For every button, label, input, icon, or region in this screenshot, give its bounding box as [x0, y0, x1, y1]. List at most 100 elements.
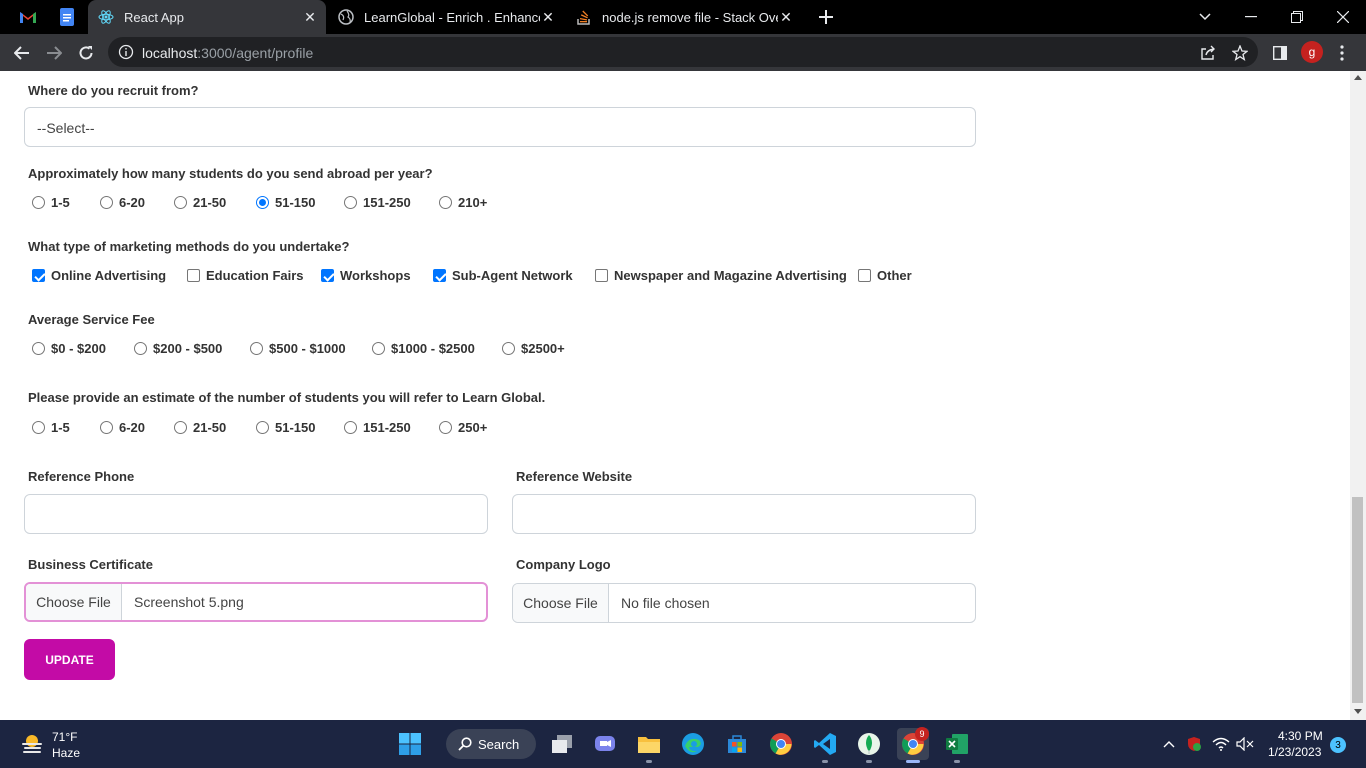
radio-button[interactable]	[439, 421, 452, 434]
fee-option[interactable]: $2500+	[502, 341, 565, 356]
refer-option[interactable]: 250+	[439, 420, 487, 435]
refer-option[interactable]: 6-20	[100, 420, 145, 435]
reference-website-input[interactable]	[512, 494, 976, 534]
refer-option[interactable]: 21-50	[174, 420, 226, 435]
edge-button[interactable]	[677, 728, 709, 760]
taskbar-search[interactable]: Search	[446, 729, 536, 759]
checkbox[interactable]	[595, 269, 608, 282]
radio-button[interactable]	[502, 342, 515, 355]
radio-button[interactable]	[100, 421, 113, 434]
notification-badge[interactable]: 3	[1330, 737, 1346, 753]
fee-option[interactable]: $500 - $1000	[250, 341, 346, 356]
marketing-option[interactable]: Newspaper and Magazine Advertising	[595, 268, 847, 283]
students-abroad-option[interactable]: 51-150	[256, 195, 315, 210]
radio-button[interactable]	[256, 196, 269, 209]
radio-button[interactable]	[32, 342, 45, 355]
marketing-option[interactable]: Online Advertising	[32, 268, 166, 283]
radio-button[interactable]	[32, 196, 45, 209]
students-abroad-option[interactable]: 210+	[439, 195, 487, 210]
close-tab-icon[interactable]: ✕	[302, 9, 318, 25]
radio-button[interactable]	[344, 196, 357, 209]
bookmark-button[interactable]	[1230, 43, 1250, 63]
radio-button[interactable]	[256, 421, 269, 434]
share-button[interactable]	[1198, 43, 1218, 63]
volume-button[interactable]	[1236, 735, 1254, 753]
tab-react-app[interactable]: React App ✕	[88, 0, 326, 34]
radio-button[interactable]	[372, 342, 385, 355]
fee-option[interactable]: $1000 - $2500	[372, 341, 475, 356]
radio-button[interactable]	[32, 421, 45, 434]
marketing-option[interactable]: Education Fairs	[187, 268, 304, 283]
business-certificate-file-input[interactable]: Choose File Screenshot 5.png	[24, 582, 488, 622]
scroll-up-arrow-icon[interactable]	[1354, 75, 1362, 80]
minimize-button[interactable]	[1228, 0, 1274, 34]
students-abroad-option[interactable]: 1-5	[32, 195, 70, 210]
weather-haze-icon[interactable]	[20, 731, 44, 755]
site-info-icon[interactable]	[118, 44, 134, 60]
students-abroad-option[interactable]: 6-20	[100, 195, 145, 210]
radio-button[interactable]	[174, 196, 187, 209]
radio-button[interactable]	[250, 342, 263, 355]
company-logo-file-input[interactable]: Choose File No file chosen	[512, 583, 976, 623]
mongodb-compass-button[interactable]	[853, 728, 885, 760]
chrome-menu-button[interactable]	[1332, 43, 1352, 63]
close-tab-icon[interactable]: ✕	[778, 9, 794, 25]
students-abroad-option[interactable]: 21-50	[174, 195, 226, 210]
marketing-option[interactable]: Sub-Agent Network	[433, 268, 573, 283]
clock-time[interactable]: 4:30 PM	[1278, 729, 1323, 743]
tab-learnglobal[interactable]: LearnGlobal - Enrich . Enhance . E ✕	[328, 0, 564, 34]
update-button[interactable]: UPDATE	[24, 639, 115, 680]
close-tab-icon[interactable]: ✕	[540, 9, 556, 25]
radio-button[interactable]	[344, 421, 357, 434]
weather-temperature[interactable]: 71°F	[52, 730, 77, 744]
clock-date[interactable]: 1/23/2023	[1268, 745, 1321, 759]
microsoft-store-button[interactable]	[721, 728, 753, 760]
fee-option[interactable]: $0 - $200	[32, 341, 106, 356]
marketing-option[interactable]: Other	[858, 268, 912, 283]
close-window-button[interactable]	[1320, 0, 1366, 34]
forward-button[interactable]	[40, 39, 68, 67]
checkbox[interactable]	[858, 269, 871, 282]
checkbox[interactable]	[187, 269, 200, 282]
file-explorer-button[interactable]	[633, 728, 665, 760]
fee-option[interactable]: $200 - $500	[134, 341, 222, 356]
reference-phone-input[interactable]	[24, 494, 488, 534]
checkbox[interactable]	[32, 269, 45, 282]
checkbox[interactable]	[433, 269, 446, 282]
students-abroad-option[interactable]: 151-250	[344, 195, 411, 210]
security-tray-button[interactable]	[1185, 735, 1203, 753]
new-tab-button[interactable]	[816, 7, 836, 27]
side-panel-button[interactable]	[1270, 43, 1290, 63]
chrome-taskbar-button[interactable]	[765, 728, 797, 760]
choose-file-button[interactable]: Choose File	[513, 584, 609, 622]
show-hidden-icons-button[interactable]	[1160, 735, 1178, 753]
refer-option[interactable]: 151-250	[344, 420, 411, 435]
address-bar[interactable]: localhost:3000/agent/profile	[108, 37, 1258, 67]
refer-option[interactable]: 51-150	[256, 420, 315, 435]
back-button[interactable]	[8, 39, 36, 67]
recruit-select[interactable]: --Select--	[24, 107, 976, 147]
weather-condition[interactable]: Haze	[52, 746, 80, 760]
radio-button[interactable]	[174, 421, 187, 434]
checkbox[interactable]	[321, 269, 334, 282]
wifi-button[interactable]	[1212, 735, 1230, 753]
excel-button[interactable]	[941, 728, 973, 760]
restore-button[interactable]	[1274, 0, 1320, 34]
scrollbar-thumb[interactable]	[1352, 497, 1363, 703]
tab-search-button[interactable]	[1182, 0, 1228, 34]
profile-avatar[interactable]: g	[1301, 41, 1323, 63]
scroll-down-arrow-icon[interactable]	[1354, 709, 1362, 714]
gmail-pinned-tab[interactable]	[18, 7, 38, 27]
vscode-button[interactable]	[809, 728, 841, 760]
page-scrollbar[interactable]	[1350, 71, 1366, 720]
tab-stackoverflow[interactable]: node.js remove file - Stack Overfl ✕	[566, 0, 802, 34]
marketing-option[interactable]: Workshops	[321, 268, 411, 283]
radio-button[interactable]	[100, 196, 113, 209]
teams-chat-button[interactable]	[589, 728, 621, 760]
docs-pinned-tab[interactable]	[57, 7, 77, 27]
choose-file-button[interactable]: Choose File	[26, 584, 122, 620]
task-view-button[interactable]	[546, 728, 578, 760]
radio-button[interactable]	[134, 342, 147, 355]
radio-button[interactable]	[439, 196, 452, 209]
start-button[interactable]	[394, 728, 426, 760]
